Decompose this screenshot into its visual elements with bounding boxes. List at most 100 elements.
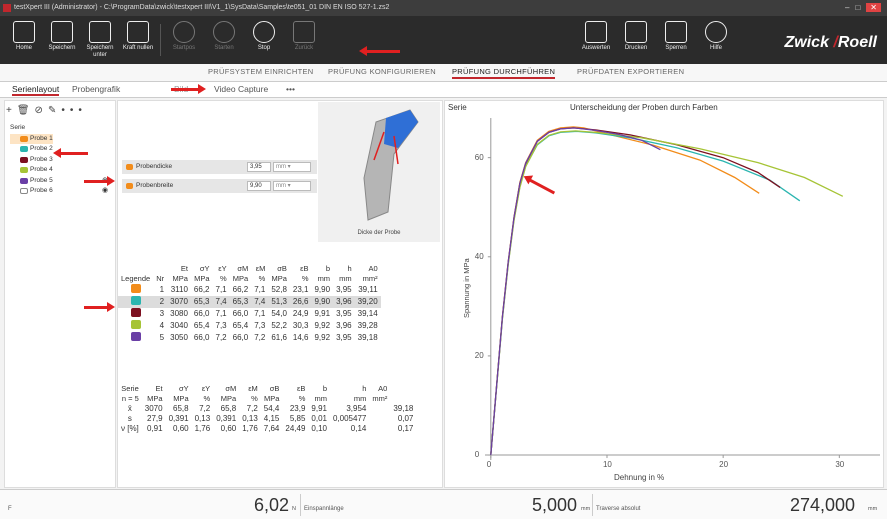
edit-icon[interactable]: ✎	[48, 105, 61, 116]
result-value: 61,6	[271, 333, 287, 342]
maximize-icon[interactable]: □	[855, 3, 866, 12]
stat-value: 54,4	[263, 404, 280, 413]
tree-item-probe-4[interactable]: Probe 4	[10, 165, 53, 176]
save-icon	[51, 21, 73, 43]
start-position-button[interactable]: Startpos	[166, 18, 202, 62]
result-value: 3040	[170, 321, 188, 330]
stat-label: ν [%]	[121, 424, 139, 433]
stat-value: 5,85	[289, 414, 306, 423]
brand-logo: Zwick /Roell	[784, 34, 878, 51]
stat-value: 0,17	[397, 424, 414, 433]
results-header-symbols: Et σY εY σM εM σB εB b h A0	[180, 264, 378, 273]
stop-button[interactable]: Stop	[246, 18, 282, 62]
result-value: 23,1	[292, 285, 309, 294]
tab-configure-test[interactable]: PRÜFUNG KONFIGURIEREN	[328, 67, 436, 76]
minimize-icon[interactable]: –	[845, 3, 855, 12]
start-button[interactable]: Starten	[206, 18, 242, 62]
lock-button[interactable]: Sperren	[658, 18, 694, 62]
specimen-color-icon	[20, 167, 28, 173]
add-icon[interactable]: +	[6, 105, 17, 116]
stat-value: 0,13	[242, 414, 258, 423]
subtab-series-layout[interactable]: Serienlayout	[12, 84, 60, 96]
statistics-table: Serie Et σY εY σM εM σB εB b h A0 n = 5 MPa MPa% MPa%…	[118, 384, 416, 434]
results-row[interactable]: 5 3050 66,0 7,2 66,0 7,2 61,6 14,6 9,92 3,95 39,18	[118, 332, 381, 344]
result-value: 3050	[170, 333, 188, 342]
width-input[interactable]: 9,90	[247, 181, 271, 191]
result-value: 52,2	[271, 321, 287, 330]
result-value: 9,91	[314, 309, 331, 318]
home-button[interactable]: Home	[6, 18, 42, 62]
width-unit-select[interactable]: mm ▾	[273, 181, 311, 191]
legend-cell	[118, 332, 153, 344]
stat-value: 3070	[144, 404, 163, 413]
tree-item-probe-5[interactable]: Probe 5⊕	[10, 176, 108, 187]
results-row[interactable]: 2 3070 65,3 7,4 65,3 7,4 51,3 26,6 9,90 3,96 39,20	[118, 296, 381, 308]
specimen-color-icon	[130, 296, 141, 305]
specimen-color-icon	[130, 284, 141, 293]
record-icon[interactable]: ◉	[102, 186, 108, 197]
result-value: 52,8	[271, 285, 287, 294]
sub-tabs: Serienlayout Probengrafik Bild Video Cap…	[0, 82, 887, 98]
stat-value: 1,76	[242, 424, 258, 433]
zero-force-icon	[127, 21, 149, 43]
subtab-video-capture[interactable]: Video Capture	[214, 84, 268, 94]
param-thickness: Probendicke 3,95 mm ▾	[122, 160, 317, 174]
tree-item-probe-3[interactable]: Probe 3	[10, 155, 53, 166]
results-row[interactable]: 3 3080 66,0 7,1 66,0 7,1 54,0 24,9 9,91 3,95 39,14	[118, 308, 381, 320]
specimen-caption: Dicke der Probe	[357, 230, 401, 236]
stat-value: 0,13	[194, 414, 211, 423]
stat-label: x̄	[127, 404, 132, 413]
window-controls: –□ ✕	[845, 0, 881, 16]
main-toolbar: Home Speichern Speichern unter Kraft nul…	[0, 16, 887, 64]
tree-item-probe-6[interactable]: Probe 6 ◉	[10, 186, 108, 197]
stats-row: s 27,9 0,391 0,13 0,391 0,13 4,15 5,85 0,01 0,005…	[118, 414, 416, 424]
y-axis-label: Spannung in MPa	[462, 258, 471, 318]
specimen-illustration: Dicke der Probe	[318, 102, 440, 242]
status-bar: F 6,02 N Einspannlänge 5,000 mm Traverse…	[0, 489, 887, 519]
thickness-input[interactable]: 3,95	[247, 162, 271, 172]
tab-run-test[interactable]: PRÜFUNG DURCHFÜHREN	[452, 67, 556, 79]
thickness-unit-select[interactable]: mm ▾	[273, 162, 311, 172]
tree-item-probe-1[interactable]: Probe 1	[10, 133, 53, 144]
result-value: 39,28	[357, 321, 378, 330]
results-row[interactable]: 4 3040 65,4 7,3 65,4 7,3 52,2 30,3 9,92 3,96 39,28	[118, 320, 381, 332]
y-tick-label: 20	[474, 350, 484, 360]
evaluate-button[interactable]: Auswerten	[578, 18, 614, 62]
stat-label: s	[127, 414, 132, 423]
result-value: 7,1	[254, 309, 266, 318]
result-value: 9,92	[314, 333, 331, 342]
more-icon[interactable]: •••	[61, 105, 87, 116]
result-value: 3,96	[333, 296, 355, 308]
y-tick-label: 60	[474, 152, 484, 162]
chart-panel	[444, 100, 884, 488]
zero-force-button[interactable]: Kraft nullen	[120, 18, 156, 62]
tree-item-probe-2[interactable]: Probe 2	[10, 144, 53, 155]
result-value: 3,96	[336, 321, 352, 330]
chart-title: Unterscheidung der Proben durch Farben	[570, 103, 718, 112]
close-icon[interactable]: ✕	[866, 3, 881, 12]
annotation-arrow	[359, 46, 400, 56]
stat-value: 23,9	[289, 404, 306, 413]
save-as-button[interactable]: Speichern unter	[82, 18, 118, 62]
crosshead-unit: mm	[868, 506, 878, 512]
result-value: 65,3	[190, 296, 213, 308]
invalid-icon[interactable]: ⊘	[35, 105, 48, 116]
tab-system-setup[interactable]: PRÜFSYSTEM EINRICHTEN	[208, 67, 313, 76]
help-button[interactable]: Hilfe	[698, 18, 734, 62]
result-value: 66,0	[232, 309, 249, 318]
result-value: 9,90	[311, 296, 334, 308]
results-row[interactable]: 1 3110 66,2 7,1 66,2 7,1 52,8 23,1 9,90 3,95 39,11	[118, 284, 381, 296]
save-as-icon	[89, 21, 111, 43]
print-button[interactable]: Drucken	[618, 18, 654, 62]
subtab-specimen-graphic[interactable]: Probengrafik	[72, 84, 120, 94]
specimen-color-icon	[20, 135, 28, 142]
specimen-color-icon	[130, 332, 141, 341]
save-button[interactable]: Speichern	[44, 18, 80, 62]
subtab-more[interactable]: •••	[286, 84, 295, 94]
tree-root[interactable]: Serie	[10, 123, 53, 134]
return-button[interactable]: Zurück	[286, 18, 322, 62]
result-value: 51,3	[268, 296, 290, 308]
home-icon	[13, 21, 35, 43]
tab-export-data[interactable]: PRÜFDATEN EXPORTIEREN	[577, 67, 684, 76]
delete-icon[interactable]: 🗑	[17, 105, 35, 116]
